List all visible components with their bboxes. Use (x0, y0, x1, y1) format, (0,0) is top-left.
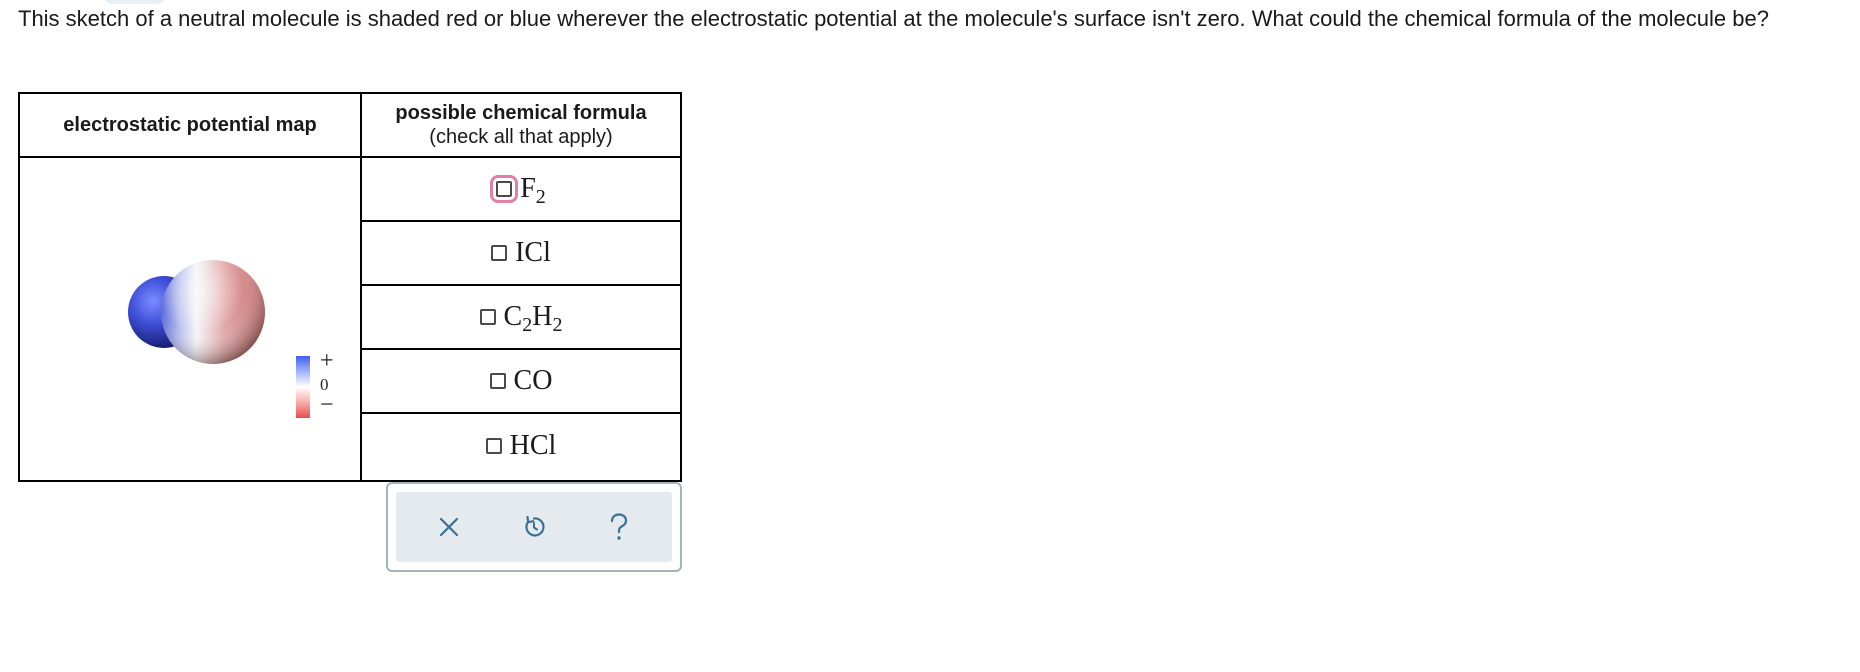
clear-button[interactable] (419, 502, 479, 552)
undo-icon (525, 515, 545, 537)
legend-positive-label: + (320, 348, 334, 374)
option-row-c2h2: C2H2 (362, 286, 680, 350)
checkbox-co[interactable] (489, 373, 506, 389)
formula-co: CO (513, 365, 553, 396)
option-f2[interactable]: F2 (490, 173, 546, 208)
map-column-header: electrostatic potential map (20, 94, 360, 158)
formula-header-subtitle: (check all that apply) (429, 126, 613, 148)
checkbox-f2[interactable] (490, 175, 519, 203)
molecule-potential-map (128, 260, 265, 364)
question-page: This sketch of a neutral molecule is sha… (0, 0, 1860, 672)
formula-hcl: HCl (509, 430, 557, 461)
potential-legend: + 0 − (296, 349, 356, 426)
checkbox-hcl[interactable] (485, 438, 502, 454)
option-row-hcl: HCl (362, 414, 680, 478)
question-prompt: This sketch of a neutral molecule is sha… (18, 6, 1769, 31)
undo-button[interactable] (504, 502, 564, 552)
option-c2h2[interactable]: C2H2 (479, 301, 563, 336)
formula-icl: ICl (515, 237, 551, 268)
formula-column-header: possible chemical formula (check all tha… (362, 94, 680, 158)
checkbox-c2h2[interactable] (479, 309, 496, 325)
close-icon (439, 517, 458, 537)
formula-header-title: possible chemical formula (395, 102, 647, 124)
option-row-icl: ICl (362, 222, 680, 286)
option-hcl[interactable]: HCl (485, 430, 557, 462)
checkbox-icl[interactable] (491, 245, 508, 261)
formula-f2: F2 (520, 173, 546, 208)
answer-toolbar (386, 482, 682, 572)
potential-color-scale (296, 356, 310, 418)
large-atom-shading (161, 260, 265, 364)
top-tab-hint (104, 0, 166, 4)
option-row-co: CO (362, 350, 680, 414)
formula-c2h2: C2H2 (503, 301, 563, 336)
option-co[interactable]: CO (489, 365, 553, 397)
option-row-f2: F2 (362, 158, 680, 222)
option-icl[interactable]: ICl (491, 237, 551, 269)
toolbar-button-group (396, 492, 672, 562)
answer-table: electrostatic potential map possible che… (18, 92, 682, 482)
help-button[interactable] (589, 502, 649, 552)
legend-negative-label: − (320, 392, 334, 418)
help-icon (611, 513, 628, 540)
